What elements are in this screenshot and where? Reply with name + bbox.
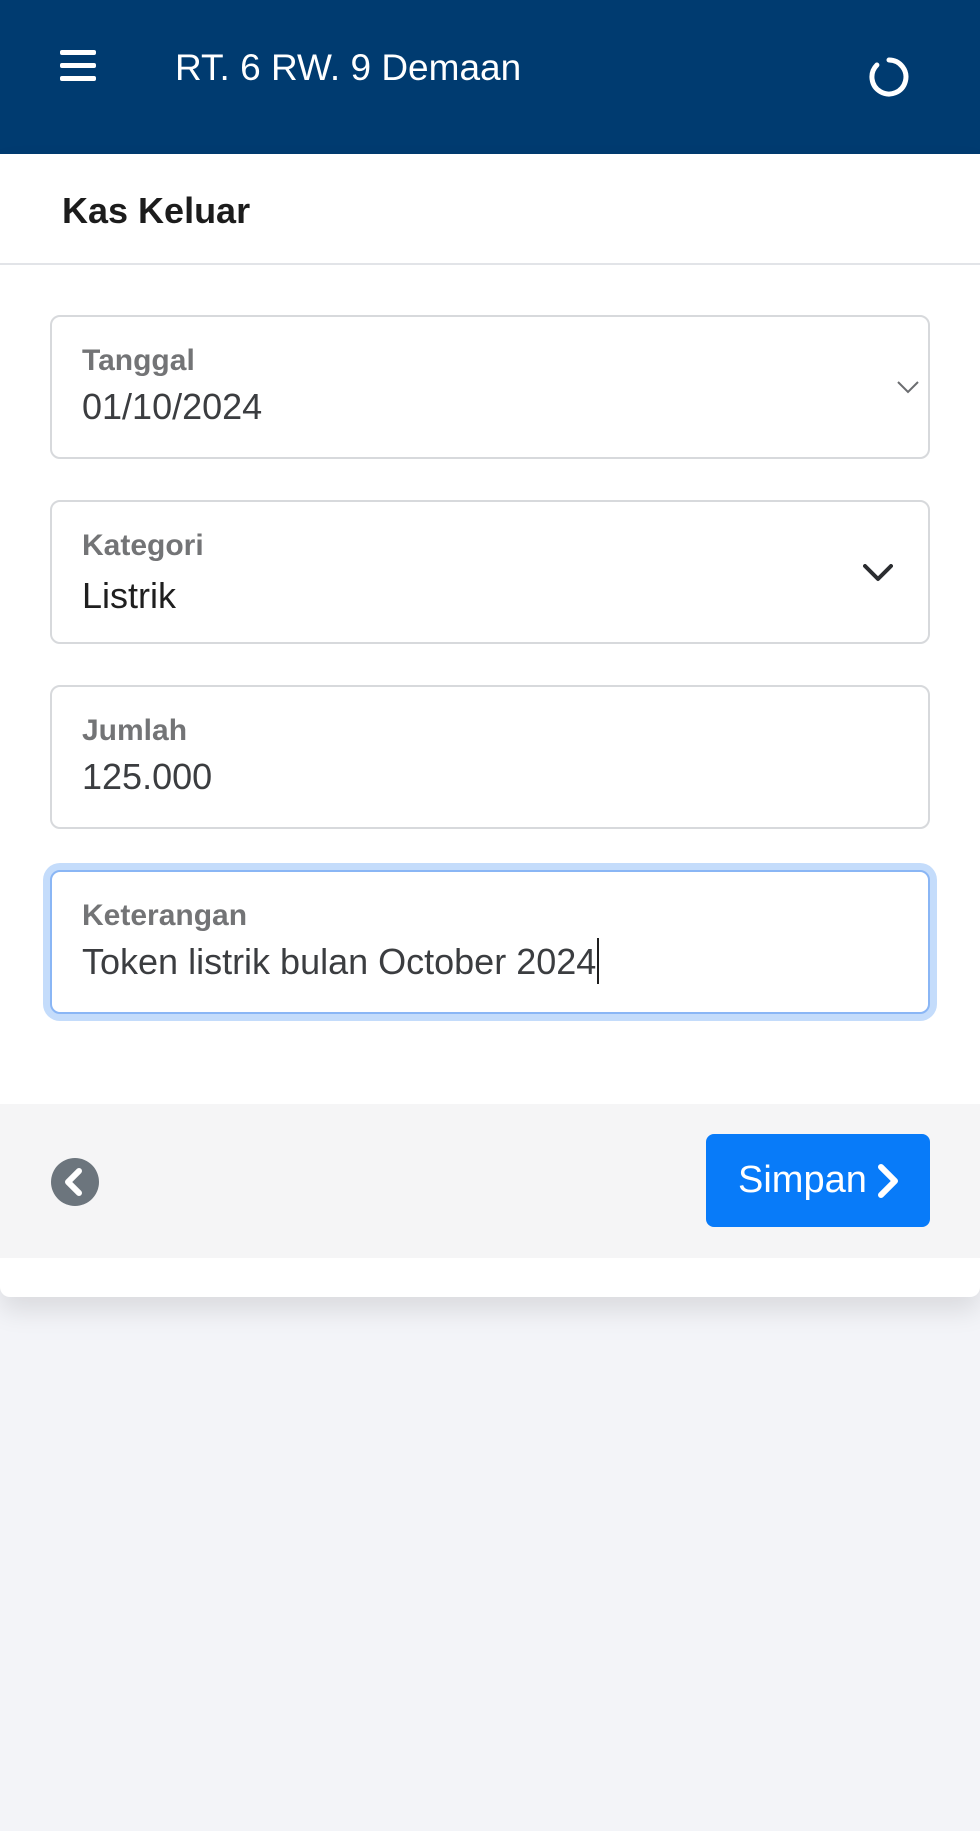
app-title: RT. 6 RW. 9 Demaan [175, 47, 522, 88]
card-footer: Simpan [0, 1104, 980, 1258]
keterangan-input-line: Token listrik bulan October 2024 [82, 938, 600, 986]
save-button-label: Simpan [738, 1159, 867, 1201]
chevron-down-icon [863, 564, 893, 581]
keterangan-field[interactable]: Keterangan Token listrik bulan October 2… [50, 870, 930, 1014]
hamburger-menu-icon[interactable] [60, 50, 96, 82]
kategori-label: Kategori [82, 529, 204, 562]
app-header: RT. 6 RW. 9 Demaan [0, 0, 980, 154]
kategori-value: Listrik [82, 575, 177, 616]
chevron-right-icon [878, 1164, 898, 1198]
jumlah-field[interactable]: Jumlah 125.000 [50, 685, 930, 829]
page-title: Kas Keluar [62, 190, 251, 231]
refresh-icon[interactable] [866, 54, 912, 100]
card-header: Kas Keluar [0, 154, 980, 265]
chevron-left-circle-icon[interactable] [50, 1157, 100, 1207]
tanggal-label: Tanggal [82, 344, 195, 377]
jumlah-value: 125.000 [82, 756, 213, 797]
tanggal-value: 01/10/2024 [82, 386, 263, 427]
jumlah-label: Jumlah [82, 714, 188, 747]
chevron-down-icon [897, 381, 919, 394]
keterangan-label: Keterangan [82, 899, 248, 932]
save-button[interactable]: Simpan [706, 1134, 930, 1227]
kategori-select[interactable]: Kategori Listrik [50, 500, 930, 644]
keterangan-value: Token listrik bulan October 2024 [82, 941, 597, 982]
text-cursor [597, 938, 600, 984]
form-card: Kas Keluar Tanggal 01/10/2024 Kategori L… [0, 154, 980, 1297]
tanggal-field[interactable]: Tanggal 01/10/2024 [50, 315, 930, 459]
